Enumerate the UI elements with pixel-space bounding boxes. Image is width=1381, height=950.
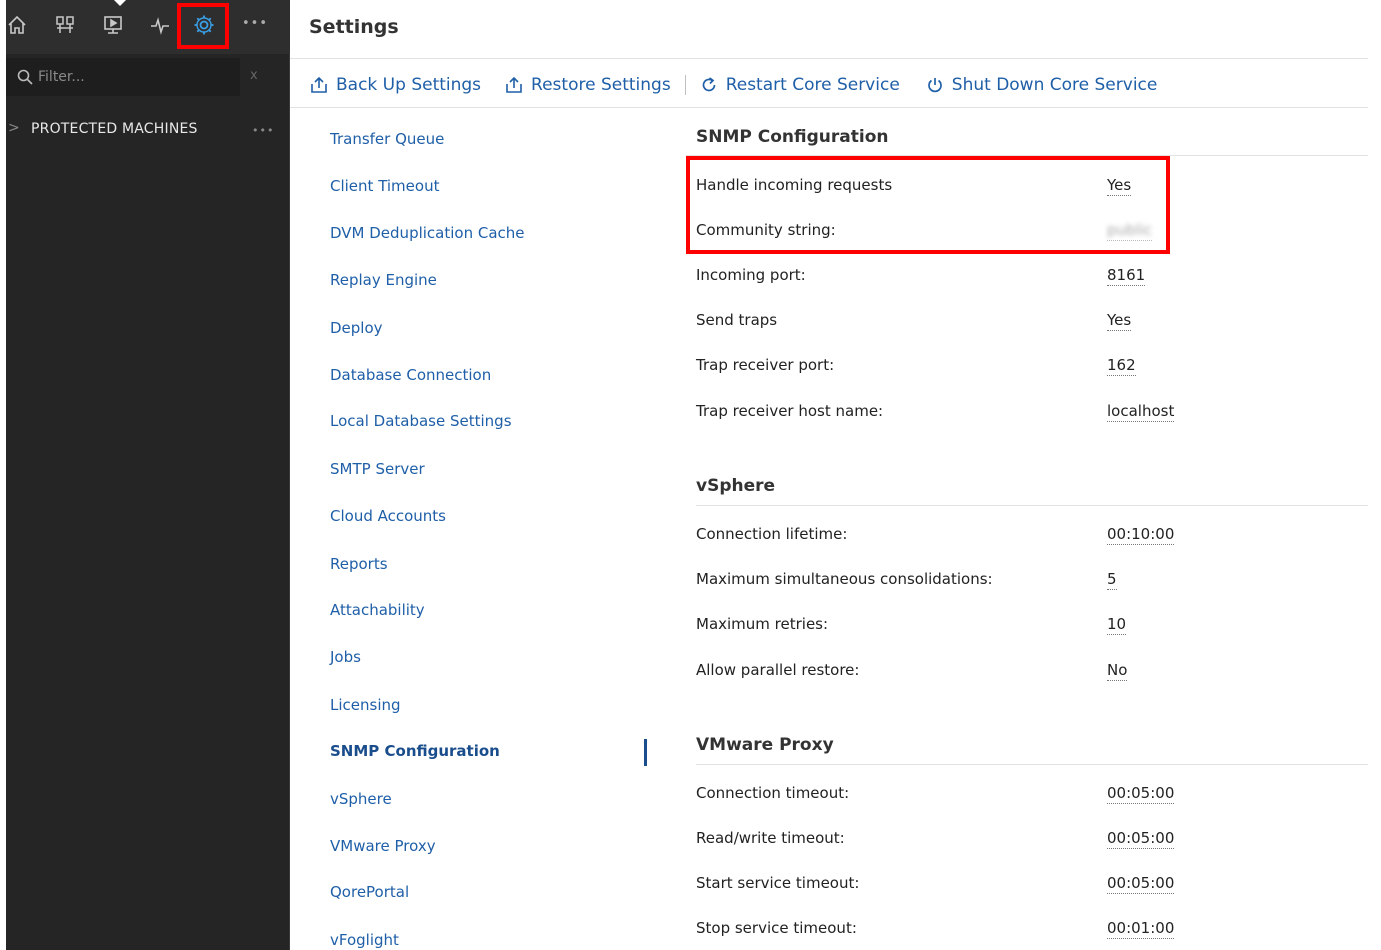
- nav-licensing[interactable]: Licensing: [330, 696, 401, 714]
- nav-snmp-configuration[interactable]: SNMP Configuration: [330, 742, 500, 760]
- nav-database-connection[interactable]: Database Connection: [330, 366, 491, 384]
- toolbar-divider: [290, 107, 1368, 108]
- nav-vmware-proxy[interactable]: VMware Proxy: [330, 837, 436, 855]
- read-write-timeout-value[interactable]: 00:05:00: [1107, 828, 1175, 849]
- protected-machines-more-icon[interactable]: •••: [252, 124, 274, 137]
- nav-jobs[interactable]: Jobs: [330, 648, 361, 666]
- chevron-right-icon[interactable]: >: [8, 120, 20, 136]
- clear-filter-icon[interactable]: x: [250, 68, 258, 83]
- settings-icon-highlight: [177, 3, 229, 49]
- protected-machines-label: PROTECTED MACHINES: [31, 121, 198, 137]
- home-icon[interactable]: [6, 14, 28, 36]
- nav-qoreportal[interactable]: QorePortal: [330, 883, 409, 901]
- connection-lifetime-label: Connection lifetime:: [696, 525, 848, 543]
- incoming-port-label: Incoming port:: [696, 266, 806, 284]
- proxy-connection-timeout-label: Connection timeout:: [696, 784, 850, 802]
- backup-settings-label: Back Up Settings: [336, 75, 482, 95]
- restore-settings-button[interactable]: Restore Settings: [505, 75, 671, 95]
- max-retries-label: Maximum retries:: [696, 615, 829, 633]
- nav-client-timeout[interactable]: Client Timeout: [330, 177, 439, 195]
- nav-attachability[interactable]: Attachability: [330, 601, 425, 619]
- proxy-connection-timeout-value[interactable]: 00:05:00: [1107, 783, 1175, 804]
- start-service-timeout-label: Start service timeout:: [696, 874, 860, 892]
- nav-local-database-settings[interactable]: Local Database Settings: [330, 412, 512, 430]
- events-icon[interactable]: [149, 14, 171, 36]
- nav-dvm-deduplication-cache[interactable]: DVM Deduplication Cache: [330, 224, 525, 242]
- allow-parallel-restore-value[interactable]: No: [1107, 660, 1128, 681]
- stop-service-timeout-label: Stop service timeout:: [696, 919, 857, 937]
- filter-box: [6, 58, 240, 96]
- more-options-icon[interactable]: •••: [242, 16, 267, 38]
- restart-icon: [702, 77, 716, 92]
- power-icon: [927, 78, 942, 93]
- max-retries-value[interactable]: 10: [1107, 614, 1127, 635]
- app-window: ••• x > PROTECTED MACHINES ••• Settings …: [0, 0, 1381, 950]
- page-title: Settings: [309, 16, 399, 38]
- start-service-timeout-value[interactable]: 00:05:00: [1107, 873, 1175, 894]
- trap-receiver-port-label: Trap receiver port:: [696, 356, 835, 374]
- nav-reports[interactable]: Reports: [330, 555, 388, 573]
- nav-smtp-server[interactable]: SMTP Server: [330, 460, 425, 478]
- restore-settings-label: Restore Settings: [531, 75, 671, 95]
- upload-icon: [311, 76, 327, 93]
- allow-parallel-restore-label: Allow parallel restore:: [696, 661, 860, 679]
- top-nav-bar: •••: [6, 0, 290, 54]
- protected-machines-row[interactable]: > PROTECTED MACHINES •••: [6, 112, 290, 148]
- backup-settings-button[interactable]: Back Up Settings: [310, 75, 481, 95]
- nav-vfoglight[interactable]: vFoglight: [330, 931, 399, 949]
- toolbar-separator: [684, 75, 686, 95]
- nav-cloud-accounts[interactable]: Cloud Accounts: [330, 507, 446, 525]
- nav-transfer-queue[interactable]: Transfer Queue: [330, 130, 444, 148]
- shut-down-core-service-label: Shut Down Core Service: [951, 75, 1158, 95]
- search-icon: [16, 68, 34, 86]
- restart-core-service-button[interactable]: Restart Core Service: [700, 75, 900, 95]
- restart-core-service-label: Restart Core Service: [725, 75, 900, 95]
- connection-lifetime-value[interactable]: 00:10:00: [1107, 524, 1175, 545]
- restore-icon: [506, 76, 522, 93]
- incoming-port-value[interactable]: 8161: [1107, 265, 1146, 286]
- snmp-section-title: SNMP Configuration: [696, 127, 889, 147]
- active-section-indicator: [644, 739, 647, 766]
- trap-receiver-host-value[interactable]: localhost: [1107, 401, 1175, 422]
- reports-icon[interactable]: [102, 14, 124, 36]
- vmware-proxy-section-title: VMware Proxy: [696, 735, 834, 755]
- read-write-timeout-label: Read/write timeout:: [696, 829, 845, 847]
- machines-icon[interactable]: [54, 14, 76, 36]
- vmware-proxy-divider: [696, 764, 1368, 765]
- shut-down-core-service-button[interactable]: Shut Down Core Service: [926, 75, 1158, 95]
- max-consolidations-value[interactable]: 5: [1107, 569, 1117, 590]
- sidebar: ••• x > PROTECTED MACHINES •••: [0, 0, 290, 950]
- send-traps-value[interactable]: Yes: [1107, 310, 1132, 331]
- max-consolidations-label: Maximum simultaneous consolidations:: [696, 570, 993, 588]
- stop-service-timeout-value[interactable]: 00:01:00: [1107, 918, 1175, 939]
- nav-vsphere[interactable]: vSphere: [330, 790, 392, 808]
- filter-input[interactable]: [38, 64, 238, 90]
- nav-deploy[interactable]: Deploy: [330, 319, 383, 337]
- header-divider: [290, 58, 1368, 59]
- active-notch: [114, 0, 126, 6]
- trap-receiver-port-value[interactable]: 162: [1107, 355, 1136, 376]
- vsphere-divider: [696, 505, 1368, 506]
- send-traps-label: Send traps: [696, 311, 778, 329]
- trap-receiver-host-label: Trap receiver host name:: [696, 402, 884, 420]
- vsphere-section-title: vSphere: [696, 476, 776, 496]
- toolbar: Back Up Settings Restore Settings Restar…: [310, 72, 1157, 98]
- nav-replay-engine[interactable]: Replay Engine: [330, 271, 437, 289]
- snmp-fields-highlight: [686, 156, 1170, 254]
